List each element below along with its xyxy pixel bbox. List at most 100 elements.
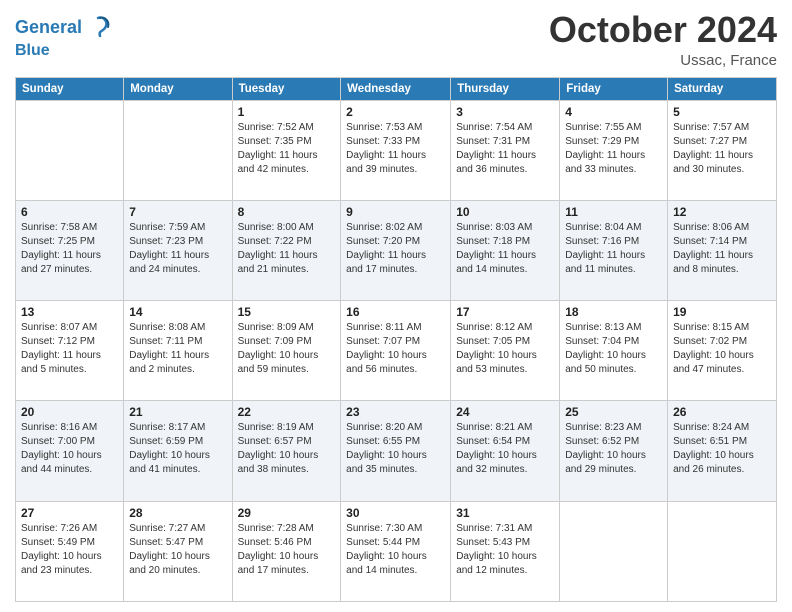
calendar-cell: 5 Sunrise: 7:57 AM Sunset: 7:27 PM Daylig… [668, 100, 777, 200]
day-info: Sunrise: 8:24 AM Sunset: 6:51 PM Dayligh… [673, 421, 771, 477]
calendar-cell: 6Sunrise: 7:58 AM Sunset: 7:25 PM Daylig… [16, 200, 124, 300]
day-number: 28 [129, 506, 226, 520]
calendar-week-row: 20 Sunrise: 8:16 AM Sunset: 7:00 PM Dayli… [16, 401, 777, 501]
calendar-cell: 9 Sunrise: 8:02 AM Sunset: 7:20 PM Daylig… [341, 200, 451, 300]
day-number: 20 [21, 405, 118, 419]
day-number: 13 [21, 305, 118, 319]
calendar-cell: 2 Sunrise: 7:53 AM Sunset: 7:33 PM Daylig… [341, 100, 451, 200]
weekday-header-tuesday: Tuesday [232, 77, 341, 100]
day-info: Sunrise: 8:13 AM Sunset: 7:04 PM Dayligh… [565, 321, 662, 377]
weekday-header-saturday: Saturday [668, 77, 777, 100]
calendar-cell: 8Sunrise: 8:00 AM Sunset: 7:22 PM Daylig… [232, 200, 341, 300]
calendar-cell: 12Sunrise: 8:06 AM Sunset: 7:14 PM Dayli… [668, 200, 777, 300]
day-info: Sunrise: 8:08 AM Sunset: 7:11 PM Dayligh… [129, 321, 226, 377]
weekday-header-monday: Monday [124, 77, 232, 100]
calendar-cell: 29 Sunrise: 7:28 AM Sunset: 5:46 PM Dayli… [232, 501, 341, 601]
day-info: Sunrise: 8:15 AM Sunset: 7:02 PM Dayligh… [673, 321, 771, 377]
day-info: Sunrise: 8:03 AM Sunset: 7:18 PM Dayligh… [456, 221, 554, 277]
day-info: Sunrise: 7:26 AM Sunset: 5:49 PM Dayligh… [21, 522, 118, 578]
month-title: October 2024 [549, 10, 777, 50]
calendar-cell: 14 Sunrise: 8:08 AM Sunset: 7:11 PM Dayli… [124, 301, 232, 401]
day-info: Sunrise: 7:27 AM Sunset: 5:47 PM Dayligh… [129, 522, 226, 578]
weekday-header-friday: Friday [560, 77, 668, 100]
day-number: 23 [346, 405, 445, 419]
calendar-cell: 4 Sunrise: 7:55 AM Sunset: 7:29 PM Daylig… [560, 100, 668, 200]
calendar-cell: 7Sunrise: 7:59 AM Sunset: 7:23 PM Daylig… [124, 200, 232, 300]
calendar-cell: 18Sunrise: 8:13 AM Sunset: 7:04 PM Dayli… [560, 301, 668, 401]
weekday-header-wednesday: Wednesday [341, 77, 451, 100]
location: Ussac, France [549, 52, 777, 69]
calendar-cell: 19 Sunrise: 8:15 AM Sunset: 7:02 PM Dayli… [668, 301, 777, 401]
calendar-cell [668, 501, 777, 601]
day-number: 6 [21, 205, 118, 219]
day-info: Sunrise: 7:53 AM Sunset: 7:33 PM Dayligh… [346, 121, 445, 177]
calendar-cell: 23Sunrise: 8:20 AM Sunset: 6:55 PM Dayli… [341, 401, 451, 501]
day-info: Sunrise: 8:09 AM Sunset: 7:09 PM Dayligh… [238, 321, 336, 377]
calendar-cell: 10 Sunrise: 8:03 AM Sunset: 7:18 PM Dayli… [451, 200, 560, 300]
calendar-cell: 20 Sunrise: 8:16 AM Sunset: 7:00 PM Dayli… [16, 401, 124, 501]
day-info: Sunrise: 8:12 AM Sunset: 7:05 PM Dayligh… [456, 321, 554, 377]
day-number: 19 [673, 305, 771, 319]
day-info: Sunrise: 8:21 AM Sunset: 6:54 PM Dayligh… [456, 421, 554, 477]
calendar-cell: 21Sunrise: 8:17 AM Sunset: 6:59 PM Dayli… [124, 401, 232, 501]
day-number: 11 [565, 205, 662, 219]
day-info: Sunrise: 7:54 AM Sunset: 7:31 PM Dayligh… [456, 121, 554, 177]
page: General Blue October 2024 Ussac, France … [0, 0, 792, 612]
day-info: Sunrise: 8:16 AM Sunset: 7:00 PM Dayligh… [21, 421, 118, 477]
calendar-header-row: SundayMondayTuesdayWednesdayThursdayFrid… [16, 77, 777, 100]
day-number: 5 [673, 105, 771, 119]
calendar-week-row: 1Sunrise: 7:52 AM Sunset: 7:35 PM Daylig… [16, 100, 777, 200]
title-section: October 2024 Ussac, France [549, 10, 777, 69]
day-info: Sunrise: 8:06 AM Sunset: 7:14 PM Dayligh… [673, 221, 771, 277]
day-number: 24 [456, 405, 554, 419]
calendar-cell [124, 100, 232, 200]
logo-icon [84, 14, 112, 42]
calendar-week-row: 27 Sunrise: 7:26 AM Sunset: 5:49 PM Dayli… [16, 501, 777, 601]
day-info: Sunrise: 7:52 AM Sunset: 7:35 PM Dayligh… [238, 121, 336, 177]
day-number: 26 [673, 405, 771, 419]
day-number: 14 [129, 305, 226, 319]
day-number: 27 [21, 506, 118, 520]
calendar-cell: 13 Sunrise: 8:07 AM Sunset: 7:12 PM Dayli… [16, 301, 124, 401]
calendar-cell: 25Sunrise: 8:23 AM Sunset: 6:52 PM Dayli… [560, 401, 668, 501]
logo: General Blue [15, 14, 112, 60]
day-info: Sunrise: 7:55 AM Sunset: 7:29 PM Dayligh… [565, 121, 662, 177]
day-info: Sunrise: 8:02 AM Sunset: 7:20 PM Dayligh… [346, 221, 445, 277]
day-number: 30 [346, 506, 445, 520]
day-info: Sunrise: 7:57 AM Sunset: 7:27 PM Dayligh… [673, 121, 771, 177]
day-number: 29 [238, 506, 336, 520]
day-number: 2 [346, 105, 445, 119]
day-info: Sunrise: 8:19 AM Sunset: 6:57 PM Dayligh… [238, 421, 336, 477]
calendar-cell: 27 Sunrise: 7:26 AM Sunset: 5:49 PM Dayli… [16, 501, 124, 601]
calendar-cell [560, 501, 668, 601]
calendar-table: SundayMondayTuesdayWednesdayThursdayFrid… [15, 77, 777, 602]
calendar-week-row: 6Sunrise: 7:58 AM Sunset: 7:25 PM Daylig… [16, 200, 777, 300]
calendar-cell: 11 Sunrise: 8:04 AM Sunset: 7:16 PM Dayli… [560, 200, 668, 300]
calendar-week-row: 13 Sunrise: 8:07 AM Sunset: 7:12 PM Dayli… [16, 301, 777, 401]
day-number: 31 [456, 506, 554, 520]
calendar-cell: 3Sunrise: 7:54 AM Sunset: 7:31 PM Daylig… [451, 100, 560, 200]
calendar-cell: 30 Sunrise: 7:30 AM Sunset: 5:44 PM Dayli… [341, 501, 451, 601]
day-info: Sunrise: 8:11 AM Sunset: 7:07 PM Dayligh… [346, 321, 445, 377]
day-number: 16 [346, 305, 445, 319]
day-info: Sunrise: 7:28 AM Sunset: 5:46 PM Dayligh… [238, 522, 336, 578]
day-number: 8 [238, 205, 336, 219]
calendar-cell: 17Sunrise: 8:12 AM Sunset: 7:05 PM Dayli… [451, 301, 560, 401]
calendar-cell: 28 Sunrise: 7:27 AM Sunset: 5:47 PM Dayli… [124, 501, 232, 601]
calendar-cell: 31 Sunrise: 7:31 AM Sunset: 5:43 PM Dayli… [451, 501, 560, 601]
day-info: Sunrise: 7:30 AM Sunset: 5:44 PM Dayligh… [346, 522, 445, 578]
calendar-cell: 16 Sunrise: 8:11 AM Sunset: 7:07 PM Dayli… [341, 301, 451, 401]
weekday-header-thursday: Thursday [451, 77, 560, 100]
calendar-cell: 15Sunrise: 8:09 AM Sunset: 7:09 PM Dayli… [232, 301, 341, 401]
calendar-cell: 24 Sunrise: 8:21 AM Sunset: 6:54 PM Dayli… [451, 401, 560, 501]
day-number: 4 [565, 105, 662, 119]
day-info: Sunrise: 7:31 AM Sunset: 5:43 PM Dayligh… [456, 522, 554, 578]
day-number: 21 [129, 405, 226, 419]
day-info: Sunrise: 8:07 AM Sunset: 7:12 PM Dayligh… [21, 321, 118, 377]
day-number: 22 [238, 405, 336, 419]
calendar-cell: 26 Sunrise: 8:24 AM Sunset: 6:51 PM Dayli… [668, 401, 777, 501]
day-info: Sunrise: 8:04 AM Sunset: 7:16 PM Dayligh… [565, 221, 662, 277]
day-number: 9 [346, 205, 445, 219]
day-info: Sunrise: 7:59 AM Sunset: 7:23 PM Dayligh… [129, 221, 226, 277]
day-number: 10 [456, 205, 554, 219]
